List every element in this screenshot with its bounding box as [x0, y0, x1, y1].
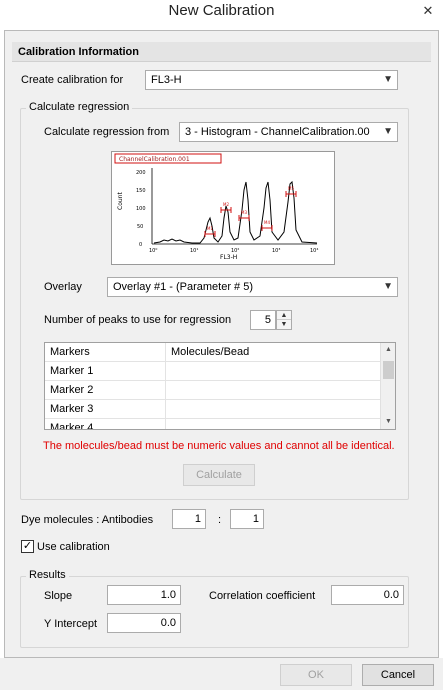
table-row[interactable]: Marker 1: [45, 362, 381, 381]
slope-field: 1.0: [107, 585, 181, 605]
window-title: New Calibration: [168, 2, 275, 19]
molecules-cell[interactable]: [166, 381, 381, 400]
histogram-ytick: 50: [137, 224, 143, 230]
markers-grid[interactable]: Markers Molecules/Bead Marker 1 Marker 2…: [44, 342, 396, 430]
histogram-plot: ChannelCalibration.001 Count 0 50 100 15…: [114, 153, 318, 261]
histogram-xtick: 10³: [272, 248, 280, 254]
histogram-marker-label: M3: [241, 210, 247, 215]
create-calibration-combo[interactable]: FL3-H ▼: [145, 70, 398, 90]
histogram-ytick: 150: [136, 188, 146, 194]
scroll-up-icon[interactable]: ▲: [381, 343, 395, 357]
title-bar: New Calibration ✕: [0, 0, 443, 30]
molecules-cell[interactable]: [166, 419, 381, 429]
correlation-label: Correlation coefficient: [209, 590, 316, 602]
grid-header-molecules: Molecules/Bead: [171, 346, 250, 358]
histogram-title: ChannelCalibration.001: [119, 156, 190, 163]
histogram-ytick: 200: [136, 170, 146, 176]
table-row[interactable]: Marker 3: [45, 400, 381, 419]
scroll-thumb[interactable]: [383, 361, 394, 379]
molecules-cell[interactable]: [166, 400, 381, 419]
chevron-down-icon: ▼: [383, 126, 393, 137]
dye-separator: :: [218, 514, 222, 526]
close-icon[interactable]: ✕: [421, 3, 435, 19]
regression-from-label: Calculate regression from: [44, 126, 170, 138]
use-calibration-checkbox[interactable]: ✓: [21, 540, 34, 553]
validation-error-message: The molecules/bead must be numeric value…: [43, 440, 395, 452]
regression-from-combo[interactable]: 3 - Histogram - ChannelCalibration.00 ▼: [179, 122, 398, 142]
histogram-marker-label: M4: [264, 220, 270, 225]
histogram-xtick: 10⁰: [149, 248, 157, 254]
results-legend: Results: [26, 569, 69, 581]
marker-cell: Marker 3: [45, 400, 166, 419]
histogram-xlabel: FL3-H: [220, 254, 237, 261]
overlay-label: Overlay: [44, 281, 82, 293]
correlation-field: 0.0: [331, 585, 404, 605]
overlay-combo[interactable]: Overlay #1 - (Parameter # 5) ▼: [107, 277, 398, 297]
marker-cell: Marker 1: [45, 362, 166, 381]
grid-header-markers: Markers: [45, 343, 166, 362]
histogram-ytick: 0: [139, 242, 142, 248]
cancel-button[interactable]: Cancel: [362, 664, 434, 686]
calculate-button[interactable]: Calculate: [183, 464, 255, 486]
histogram-ytick: 100: [136, 206, 146, 212]
regression-from-value: 3 - Histogram - ChannelCalibration.00: [185, 126, 370, 138]
dye-label: Dye molecules : Antibodies: [21, 514, 154, 526]
histogram-preview: ChannelCalibration.001 Count 0 50 100 15…: [111, 151, 335, 265]
chevron-down-icon[interactable]: ▼: [277, 320, 291, 329]
histogram-xtick: 10⁴: [310, 248, 318, 254]
ok-button[interactable]: OK: [280, 664, 352, 686]
dye-molecules-input[interactable]: 1: [172, 509, 206, 529]
slope-label: Slope: [44, 590, 73, 602]
chevron-down-icon: ▼: [383, 281, 393, 292]
calculate-regression-legend: Calculate regression: [26, 101, 133, 113]
peaks-label: Number of peaks to use for regression: [44, 314, 232, 326]
intercept-field: 0.0: [107, 613, 181, 633]
chevron-up-icon[interactable]: ▲: [277, 311, 291, 320]
calibration-information-header: Calibration Information: [12, 42, 431, 62]
histogram-xtick: 10¹: [190, 248, 198, 254]
histogram-marker-label: M5: [288, 186, 294, 191]
peaks-stepper[interactable]: ▲ ▼: [276, 310, 292, 330]
grid-header-row: Markers Molecules/Bead: [45, 343, 381, 362]
create-calibration-value: FL3-H: [151, 74, 182, 86]
peaks-input[interactable]: 5: [250, 310, 276, 330]
create-calibration-label: Create calibration for: [21, 74, 124, 86]
table-row[interactable]: Marker 4: [45, 419, 381, 429]
table-row[interactable]: Marker 2: [45, 381, 381, 400]
histogram-marker-label: M1: [207, 226, 213, 231]
molecules-cell[interactable]: [166, 362, 381, 381]
use-calibration-label[interactable]: Use calibration: [37, 541, 110, 553]
intercept-label: Y Intercept: [44, 618, 97, 630]
marker-cell: Marker 4: [45, 419, 166, 429]
scroll-down-icon[interactable]: ▼: [381, 415, 395, 429]
overlay-value: Overlay #1 - (Parameter # 5): [113, 281, 253, 293]
marker-cell: Marker 2: [45, 381, 166, 400]
dye-antibodies-input[interactable]: 1: [230, 509, 264, 529]
histogram-marker-label: M2: [223, 202, 229, 207]
grid-scrollbar[interactable]: ▲ ▼: [380, 343, 395, 429]
histogram-ylabel: Count: [117, 192, 124, 210]
chevron-down-icon: ▼: [383, 74, 393, 85]
